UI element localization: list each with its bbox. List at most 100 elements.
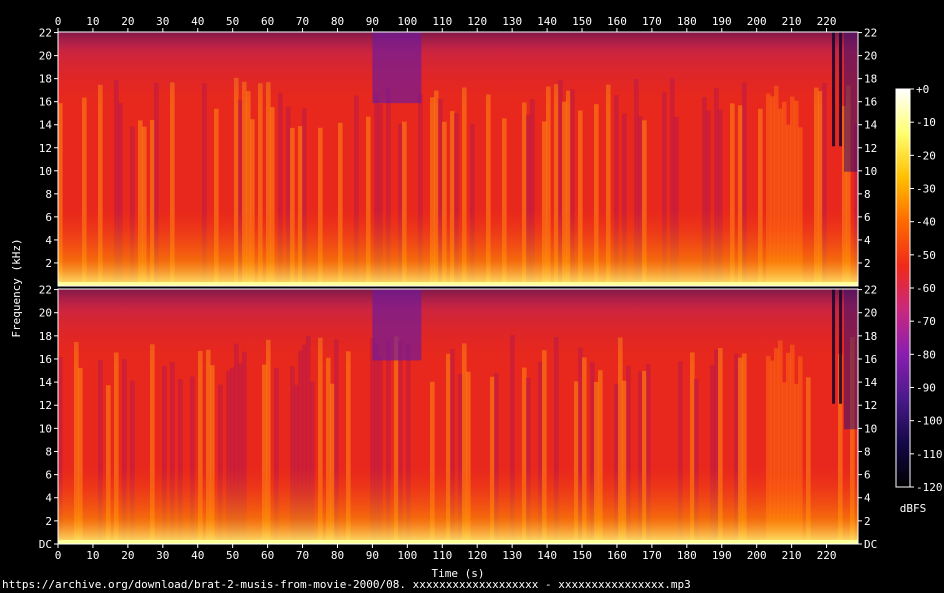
colorbar-tick-label: -70 — [916, 315, 936, 328]
x-tick-label-bottom: 10 — [86, 549, 99, 562]
source-url-caption: https://archive.org/download/brat-2-musi… — [2, 578, 691, 591]
y-tick-label-right: 14 — [864, 376, 878, 389]
x-tick-label-top: 220 — [817, 15, 837, 28]
y-tick-label-left: 18 — [39, 73, 52, 86]
x-tick-label-bottom: 70 — [296, 549, 309, 562]
tail-fade — [844, 32, 858, 172]
y-tick-label-right: 4 — [864, 234, 871, 247]
y-tick-label-right: 4 — [864, 492, 871, 505]
colorbar-label: dBFS — [900, 502, 927, 515]
x-tick-label-bottom: 140 — [537, 549, 557, 562]
y-tick-label-right: 20 — [864, 307, 877, 320]
x-tick-label-top: 190 — [712, 15, 732, 28]
colorbar-tick-label: -50 — [916, 249, 936, 262]
x-tick-label-bottom: 80 — [331, 549, 344, 562]
y-tick-label-right: 6 — [864, 469, 871, 482]
x-tick-label-bottom: 200 — [747, 549, 767, 562]
y-tick-label-left: 10 — [39, 165, 52, 178]
x-tick-label-bottom: 60 — [261, 549, 274, 562]
x-tick-label-top: 140 — [537, 15, 557, 28]
colorbar-tick-label: -120 — [916, 481, 943, 494]
y-tick-label-left: 2 — [45, 257, 52, 270]
colorbar — [895, 88, 911, 488]
y-tick-label-left: 6 — [45, 469, 52, 482]
silence-dropout — [832, 32, 836, 147]
x-tick-label-bottom: 110 — [432, 549, 452, 562]
spectral-fade — [58, 289, 858, 544]
low-frequency-floor — [58, 540, 858, 544]
y-tick-label-left: 2 — [45, 515, 52, 528]
y-tick-label-left: 14 — [39, 376, 53, 389]
channel-2-spectrogram — [57, 288, 859, 545]
y-tick-label-right: 2 — [864, 257, 871, 270]
y-tick-label-right: 22 — [864, 284, 877, 297]
x-tick-label-top: 110 — [432, 15, 452, 28]
x-tick-label-bottom: 30 — [156, 549, 169, 562]
y-tick-label-right: 18 — [864, 330, 877, 343]
y-tick-label-right: 22 — [864, 27, 877, 40]
x-tick-label-bottom: 130 — [502, 549, 522, 562]
y-tick-label-left: 20 — [39, 307, 52, 320]
x-tick-label-top: 120 — [467, 15, 487, 28]
y-tick-label-left: 20 — [39, 50, 52, 63]
colorbar-tick-label: -60 — [916, 282, 936, 295]
y-tick-label-left: 18 — [39, 330, 52, 343]
silence-dropout — [839, 289, 843, 404]
x-tick-label-top: 40 — [191, 15, 204, 28]
tail-fade — [844, 289, 858, 430]
y-tick-label-right: 16 — [864, 96, 877, 109]
y-tick-label-left: 10 — [39, 422, 52, 435]
y-tick-label-right: 18 — [864, 73, 877, 86]
y-tick-label-right: 12 — [864, 142, 877, 155]
x-tick-label-bottom: 220 — [817, 549, 837, 562]
colorbar-tick-label: -110 — [916, 448, 943, 461]
spectral-fade — [58, 32, 858, 286]
colorbar-tick-label: -80 — [916, 348, 936, 361]
quiet-high-band — [372, 32, 422, 104]
x-tick-label-bottom: 160 — [607, 549, 627, 562]
y-tick-label-left: 4 — [45, 234, 52, 247]
x-tick-label-top: 50 — [226, 15, 239, 28]
colorbar-tick-label: -100 — [916, 415, 943, 428]
channel-1-spectrogram — [57, 31, 859, 287]
y-tick-label-right: 6 — [864, 211, 871, 224]
x-tick-label-top: 90 — [366, 15, 379, 28]
x-tick-label-top: 0 — [55, 15, 62, 28]
y-tick-label-right: 14 — [864, 119, 878, 132]
x-tick-label-bottom: 0 — [55, 549, 62, 562]
x-tick-label-bottom: 120 — [467, 549, 487, 562]
x-tick-label-top: 200 — [747, 15, 767, 28]
y-tick-label-left: 14 — [39, 119, 53, 132]
y-tick-label-left: 6 — [45, 211, 52, 224]
x-tick-label-bottom: 20 — [121, 549, 134, 562]
low-frequency-floor — [58, 282, 858, 286]
x-tick-label-top: 20 — [121, 15, 134, 28]
x-tick-label-bottom: 180 — [677, 549, 697, 562]
silence-dropout — [832, 289, 836, 404]
x-tick-label-top: 80 — [331, 15, 344, 28]
x-tick-label-bottom: 90 — [366, 549, 379, 562]
y-tick-label-left: 22 — [39, 284, 52, 297]
colorbar-tick-label: -10 — [916, 116, 936, 129]
y-tick-label-right: 16 — [864, 353, 877, 366]
y-axis-label: Frequency (kHz) — [10, 238, 23, 337]
y-tick-label-right: 10 — [864, 165, 877, 178]
x-tick-label-bottom: 170 — [642, 549, 662, 562]
y-tick-label-right: 20 — [864, 50, 877, 63]
y-tick-label-right: 8 — [864, 445, 871, 458]
y-tick-label-left: 16 — [39, 353, 52, 366]
y-tick-label-left: 12 — [39, 142, 52, 155]
y-tick-label-right: 12 — [864, 399, 877, 412]
spectrogram-chart: 2 24 46 68 810 1012 1214 1416 1618 1820 2022 22DC DC… — [10, 15, 943, 580]
x-tick-label-top: 150 — [572, 15, 592, 28]
x-tick-label-top: 130 — [502, 15, 522, 28]
x-tick-label-bottom: 50 — [226, 549, 239, 562]
silence-dropout — [839, 32, 843, 147]
x-tick-label-top: 210 — [782, 15, 802, 28]
y-tick-label-left: 22 — [39, 27, 52, 40]
x-tick-label-top: 10 — [86, 15, 99, 28]
x-tick-label-bottom: 40 — [191, 549, 204, 562]
y-tick-label-left: 8 — [45, 445, 52, 458]
y-tick-label-left: 4 — [45, 492, 52, 505]
y-tick-label-right: DC — [864, 538, 877, 551]
